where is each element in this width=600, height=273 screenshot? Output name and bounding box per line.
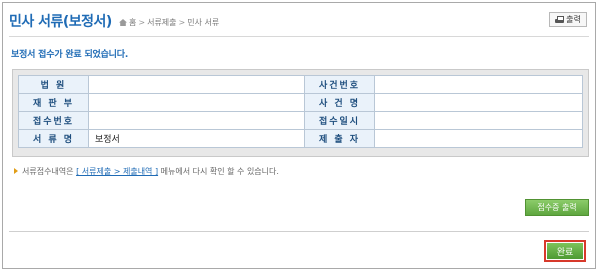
- breadcrumb-home[interactable]: 홈: [129, 18, 136, 27]
- table-row: 법 원 사건번호: [18, 75, 583, 94]
- done-button-label: 완료: [547, 243, 583, 259]
- value-submitter: [374, 129, 583, 148]
- table-row: 재 판 부 사 건 명: [18, 93, 583, 112]
- home-icon[interactable]: [119, 19, 127, 26]
- label-submitter: 제 출 자: [304, 129, 375, 148]
- value-division: [88, 93, 305, 112]
- breadcrumb-separator: >: [138, 18, 146, 27]
- printer-icon: [555, 15, 565, 24]
- label-case-name: 사 건 명: [304, 93, 375, 112]
- info-table: 법 원 사건번호 재 판 부 사 건 명 접수번호 접수일시 서 류 명 보정서: [18, 75, 583, 148]
- done-button[interactable]: 완료: [544, 240, 586, 262]
- info-message: 서류접수내역은 [ 서류제출 > 제출내역 ] 메뉴에서 다시 확인 할 수 있…: [14, 166, 279, 177]
- label-case-number: 사건번호: [304, 75, 375, 94]
- label-document-name: 서 류 명: [18, 129, 89, 148]
- value-document-name: 보정서: [88, 129, 305, 148]
- breadcrumb-submit[interactable]: 서류제출: [147, 18, 176, 27]
- info-suffix: 메뉴에서 다시 확인 할 수 있습니다.: [160, 167, 279, 176]
- print-button-label: 출력: [566, 15, 581, 24]
- value-receipt-number: [88, 111, 305, 130]
- info-prefix: 서류접수내역은: [22, 167, 74, 176]
- main-frame: 민사 서류(보정서) 홈 > 서류제출 > 민사 서류 출력 보정서 접수가 완료 되었…: [2, 2, 596, 269]
- page-header: 민사 서류(보정서) 홈 > 서류제출 > 민사 서류 출력: [3, 3, 595, 36]
- breadcrumb: 홈 > 서류제출 > 민사 서류: [119, 17, 219, 28]
- print-receipt-button[interactable]: 접수증 출력: [525, 199, 589, 216]
- value-receipt-datetime: [374, 111, 583, 130]
- table-row: 접수번호 접수일시: [18, 111, 583, 130]
- label-receipt-datetime: 접수일시: [304, 111, 375, 130]
- arrow-bullet-icon: [14, 168, 18, 174]
- breadcrumb-current: 민사 서류: [187, 18, 220, 27]
- breadcrumb-separator: >: [178, 18, 186, 27]
- print-button[interactable]: 출력: [549, 12, 587, 27]
- submission-history-link[interactable]: [ 서류제출 > 제출내역 ]: [76, 167, 158, 176]
- table-row: 서 류 명 보정서 제 출 자: [18, 129, 583, 148]
- completion-notice: 보정서 접수가 완료 되었습니다.: [11, 50, 129, 60]
- page-title: 민사 서류(보정서): [9, 14, 112, 30]
- footer-divider: [9, 231, 589, 232]
- label-division: 재 판 부: [18, 93, 89, 112]
- info-table-container: 법 원 사건번호 재 판 부 사 건 명 접수번호 접수일시 서 류 명 보정서: [12, 69, 589, 157]
- value-court: [88, 75, 305, 94]
- label-court: 법 원: [18, 75, 89, 94]
- value-case-number: [374, 75, 583, 94]
- label-receipt-number: 접수번호: [18, 111, 89, 130]
- value-case-name: [374, 93, 583, 112]
- header-divider: [9, 36, 589, 37]
